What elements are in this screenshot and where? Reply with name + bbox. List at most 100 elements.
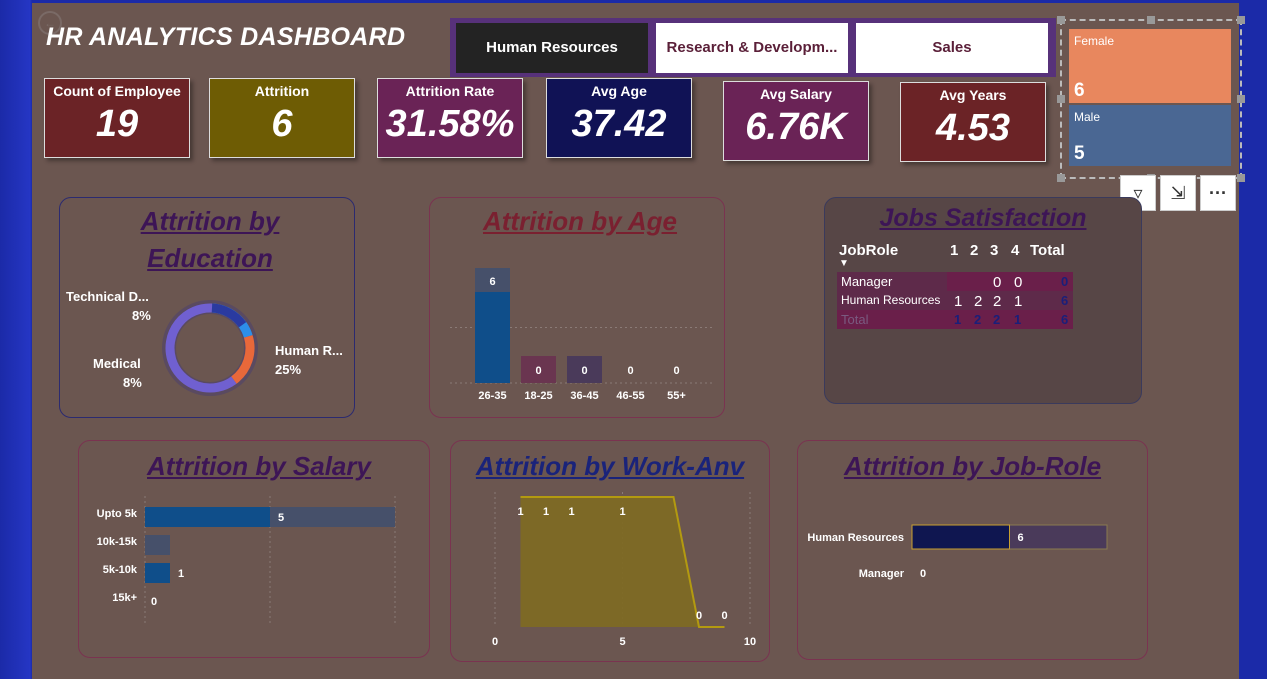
legend-technical-pct: 8% [132, 308, 151, 323]
kpi-label: Avg Age [591, 83, 647, 99]
data-label: 1 [568, 506, 574, 518]
resize-handle[interactable] [1147, 16, 1155, 24]
table-row[interactable]: Manager 0 0 0 [837, 272, 1073, 291]
education-title-2: Education [147, 243, 273, 273]
cell: 1 [1014, 312, 1022, 327]
kpi-attrition: Attrition 6 [209, 78, 355, 158]
treemap-female-label: Female [1074, 34, 1115, 48]
education-donut [162, 300, 258, 396]
data-label: 0 [581, 365, 587, 377]
row-role: Manager [841, 274, 893, 289]
header-4: 4 [1011, 242, 1020, 259]
x-tick-label: 18-25 [524, 390, 552, 402]
x-tick-label: 55+ [667, 390, 686, 402]
kpi-label: Avg Years [939, 87, 1007, 103]
x-tick-label: 46-55 [616, 390, 644, 402]
cell-total: 6 [1061, 293, 1069, 308]
slicer-sales[interactable]: Sales [856, 23, 1048, 73]
gender-treemap[interactable]: Female 6 Male 5 [1057, 16, 1245, 182]
treemap-male[interactable]: Male 5 [1069, 105, 1231, 166]
kpi-value: 31.58% [385, 103, 515, 145]
data-label: 0 [627, 365, 633, 377]
cell: 2 [993, 293, 1002, 310]
cell-total: 6 [1061, 312, 1069, 327]
header-jobrole[interactable]: JobRole [839, 242, 898, 259]
resize-handle[interactable] [1057, 16, 1065, 24]
cell: 1 [954, 312, 962, 327]
kpi-avg-years: Avg Years 4.53 [900, 82, 1046, 162]
treemap-female[interactable]: Female 6 [1069, 29, 1231, 103]
kpi-value: 6.76K [745, 106, 847, 148]
page-title: HR ANALYTICS DASHBOARD [46, 23, 406, 51]
x-tick-label: 0 [492, 636, 498, 648]
cell: 0 [1014, 274, 1023, 291]
bar [145, 563, 170, 583]
header-total: Total [1030, 242, 1065, 259]
data-label: 1 [543, 506, 549, 518]
table-row[interactable]: Human Resources 1 2 2 1 6 [837, 291, 1073, 310]
kpi-value: 37.42 [571, 103, 667, 145]
resize-handle[interactable] [1237, 95, 1245, 103]
data-label: 6 [1018, 532, 1024, 544]
y-tick-label: 15k+ [112, 592, 137, 604]
salary-bar-chart: Upto 5k 5 10k-15k 5k-10k 1 15k+ 0 [97, 496, 396, 626]
x-tick-label: 26-35 [478, 390, 506, 402]
jobs-satisfaction-title: Jobs Satisfaction [879, 204, 1087, 232]
jobrole-card: Attrition by Job-Role Human Resources 6 Ma… [797, 440, 1148, 660]
salary-card: Attrition by Salary Upto 5k 5 10k-15k 5k-10… [78, 440, 430, 658]
treemap-female-value: 6 [1074, 80, 1085, 101]
sort-desc-icon[interactable]: ▼ [839, 258, 849, 269]
age-title: Attrition by Age [482, 206, 678, 236]
header-2: 2 [970, 242, 979, 259]
bar [911, 524, 1010, 550]
jobs-satisfaction-matrix: JobRole 1 2 3 4 Total ▼ Manager 0 0 0 Hu… [837, 240, 1077, 329]
kpi-avg-age: Avg Age 37.42 [546, 78, 692, 158]
data-label: 1 [517, 506, 523, 518]
education-title-1: Attrition by [140, 206, 280, 236]
data-label: 0 [696, 610, 702, 622]
legend-human-resources-pct: 25% [275, 362, 302, 377]
data-label: 0 [920, 568, 926, 580]
cell-total: 0 [1061, 274, 1069, 289]
jobrole-bar-chart: Human Resources 6 Manager 0 [807, 524, 1108, 580]
focus-mode-icon[interactable]: ⇲ [1160, 175, 1196, 211]
data-label: 0 [151, 596, 157, 608]
kpi-label: Attrition [254, 83, 310, 99]
resize-handle[interactable] [1237, 16, 1245, 24]
slicer-research-development[interactable]: Research & Developm... [656, 23, 848, 73]
kpi-avg-salary: Avg Salary 6.76K [723, 81, 869, 161]
more-options-icon[interactable]: ··· [1200, 175, 1236, 211]
table-total-row: Total 1 2 2 1 6 [837, 310, 1073, 329]
kpi-count-of-employee: Count of Employee 19 [44, 78, 190, 158]
education-card: Attrition by Education Technical D... 8%… [59, 197, 355, 418]
data-label: 0 [535, 365, 541, 377]
resize-handle[interactable] [1057, 95, 1065, 103]
legend-medical-pct: 8% [123, 375, 142, 390]
department-slicer: Human Resources Research & Developm... S… [450, 18, 1056, 77]
data-label: 1 [178, 568, 184, 580]
y-tick-label: 5k-10k [103, 564, 138, 576]
resize-handle[interactable] [1237, 174, 1245, 182]
y-tick-label: Human Resources [807, 532, 904, 544]
header-1: 1 [950, 242, 959, 259]
y-tick-label: Manager [859, 568, 905, 580]
data-label: 1 [619, 506, 625, 518]
legend-human-resources-label: Human R... [275, 343, 343, 358]
jobrole-title: Attrition by Job-Role [843, 451, 1102, 481]
cell: 2 [974, 312, 982, 327]
header-3: 3 [990, 242, 999, 259]
cell: 2 [974, 293, 983, 310]
y-tick-label: Upto 5k [97, 508, 138, 520]
cell: 0 [993, 274, 1002, 291]
slicer-human-resources[interactable]: Human Resources [456, 23, 648, 73]
workanv-title: Attrition by Work-Anv [475, 451, 745, 481]
bar [145, 507, 270, 527]
kpi-value: 19 [95, 103, 139, 145]
kpi-label: Count of Employee [53, 83, 181, 99]
cell: 2 [993, 312, 1001, 327]
total-label: Total [841, 312, 869, 327]
workanv-area-chart: 1 1 1 10 00 5 10 [492, 492, 756, 648]
resize-handle[interactable] [1057, 174, 1065, 182]
data-label: 0 [721, 610, 727, 622]
row-role: Human Resources [841, 293, 941, 307]
